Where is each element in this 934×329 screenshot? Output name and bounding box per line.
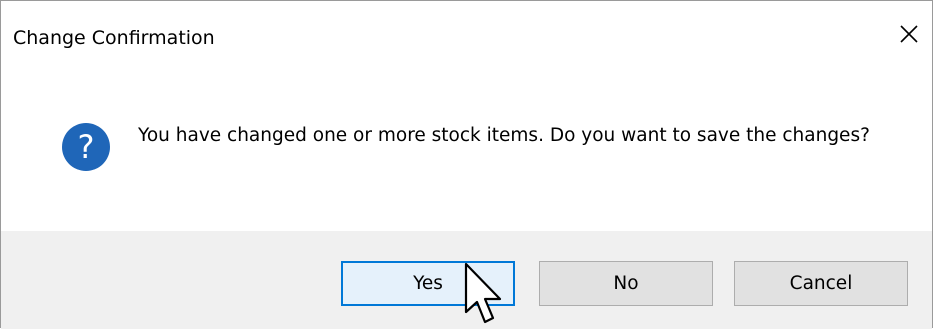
svg-text:?: ? [78, 128, 95, 166]
dialog-content: ? You have changed one or more stock ite… [1, 79, 932, 231]
question-icon: ? [62, 123, 110, 171]
dialog-message: You have changed one or more stock items… [138, 125, 870, 146]
yes-button[interactable]: Yes [341, 261, 515, 306]
title-bar: Change Confirmation [1, 1, 932, 79]
cancel-button[interactable]: Cancel [734, 261, 908, 306]
dialog-title: Change Confirmation [13, 27, 215, 49]
change-confirmation-dialog: Change Confirmation ? You have changed o… [0, 0, 933, 329]
no-button[interactable]: No [539, 261, 713, 306]
close-button[interactable] [890, 15, 928, 53]
button-bar: Yes No Cancel [1, 231, 932, 329]
close-icon [900, 25, 918, 43]
